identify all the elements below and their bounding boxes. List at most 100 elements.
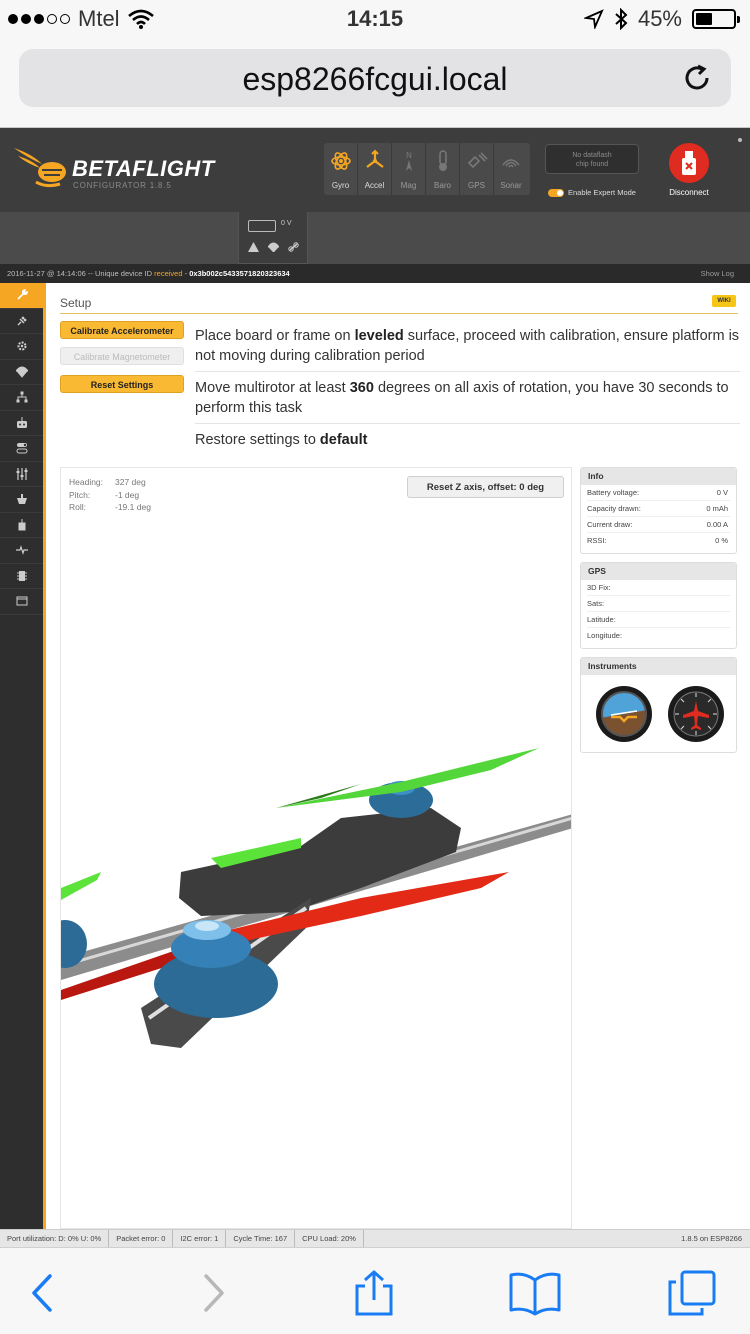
receiver-icon bbox=[16, 416, 27, 428]
instruments-panel: Instruments bbox=[580, 657, 737, 753]
tab-configuration[interactable] bbox=[0, 334, 43, 360]
sensor-sonar: Sonar bbox=[494, 143, 528, 195]
forward-icon[interactable] bbox=[190, 1270, 236, 1316]
reset-settings-button[interactable]: Reset Settings bbox=[60, 375, 184, 393]
reset-z-axis-button[interactable]: Reset Z axis, offset: 0 deg bbox=[407, 476, 564, 498]
calibrate-acc-description: Place board or frame on leveled surface,… bbox=[195, 328, 740, 364]
attitude-readout: Heading: 327 deg Pitch: -1 deg Roll: -19.1 … bbox=[69, 476, 151, 514]
gps-row-longitude: Longitude: bbox=[587, 631, 623, 640]
tab-sidebar bbox=[0, 283, 46, 1229]
browser-address-area: esp8266fcgui.local bbox=[0, 40, 750, 128]
sensor-mag: N Mag bbox=[392, 143, 426, 195]
description-divider bbox=[195, 371, 740, 372]
location-arrow-icon bbox=[583, 9, 604, 29]
dataflash-icon bbox=[16, 570, 27, 581]
failsafe-parachute-icon bbox=[268, 242, 279, 252]
ios-status-bar: Mtel 14:15 45% bbox=[0, 0, 750, 40]
sensor-sonar-label: Sonar bbox=[500, 181, 522, 190]
settings-dot[interactable] bbox=[738, 138, 742, 142]
i2c-error: I2C error: 1 bbox=[173, 1230, 227, 1247]
device-id: 0x3b002c5433571820323634 bbox=[189, 269, 290, 278]
accel-icon bbox=[365, 149, 384, 168]
tabs-icon[interactable] bbox=[666, 1270, 718, 1316]
brand-subtitle: CONFIGURATOR 1.8.5 bbox=[73, 181, 172, 190]
bookmarks-icon[interactable] bbox=[508, 1270, 562, 1316]
tab-receiver[interactable] bbox=[0, 411, 43, 436]
page-title: Setup bbox=[60, 296, 92, 310]
tab-power[interactable] bbox=[0, 385, 43, 411]
tab-motors[interactable] bbox=[0, 513, 43, 538]
sensor-gyro: Gyro bbox=[324, 143, 358, 195]
disconnect-button[interactable] bbox=[669, 143, 709, 183]
tab-sensors[interactable] bbox=[0, 538, 43, 564]
share-icon[interactable] bbox=[351, 1270, 397, 1316]
betaflight-bee-logo bbox=[14, 148, 66, 188]
back-icon[interactable] bbox=[20, 1270, 66, 1316]
port-utilization: Port utilization: D: 0% U: 0% bbox=[0, 1230, 110, 1247]
usb-disconnect-icon bbox=[682, 151, 696, 175]
tab-adjustments[interactable] bbox=[0, 462, 43, 487]
tab-modes[interactable] bbox=[0, 436, 43, 462]
packet-error: Packet error: 0 bbox=[109, 1230, 174, 1247]
wiki-button[interactable]: WIKI bbox=[712, 295, 736, 307]
info-row-current: Current draw: 0.00 A bbox=[587, 517, 730, 533]
wrench-icon bbox=[16, 289, 28, 300]
description-divider bbox=[195, 423, 740, 424]
mag-icon: N bbox=[405, 151, 412, 171]
gps-row-sats: Sats: bbox=[587, 596, 730, 612]
sensor-pulse-icon bbox=[15, 545, 28, 556]
log-bar: 2016-11-27 @ 14:14:06 -- Unique device I… bbox=[0, 264, 750, 283]
expert-mode-toggle[interactable]: Enable Expert Mode bbox=[548, 188, 636, 197]
warning-icon bbox=[248, 242, 259, 252]
gear-icon bbox=[17, 341, 26, 351]
led-icon bbox=[18, 518, 25, 531]
calibrate-accelerometer-button[interactable]: Calibrate Accelerometer bbox=[60, 321, 184, 339]
log-prefix: 2016-11-27 @ 14:14:06 -- Unique device I… bbox=[7, 269, 155, 278]
firmware-version: 1.8.5 on ESP8266 bbox=[681, 1234, 742, 1243]
calibrate-mag-description: Move multirotor at least 360 degrees on … bbox=[195, 380, 729, 416]
calibrate-magnetometer-button[interactable]: Calibrate Magnetometer bbox=[60, 347, 184, 365]
cycle-time: Cycle Time: 167 bbox=[226, 1230, 296, 1247]
tab-servos[interactable] bbox=[0, 487, 43, 513]
sensor-status-panel: Gyro Accel N Mag Baro GPS Sonar bbox=[324, 143, 530, 195]
tab-ports[interactable] bbox=[0, 309, 43, 334]
motor-icon bbox=[16, 494, 27, 505]
browser-toolbar bbox=[0, 1247, 750, 1334]
info-panel: Info Battery voltage: 0 V Capacity drawn:… bbox=[580, 467, 737, 554]
plug-icon bbox=[17, 316, 26, 326]
tab-setup[interactable] bbox=[0, 283, 43, 309]
model-3d-view[interactable]: Heading: 327 deg Pitch: -1 deg Roll: -19.1 … bbox=[60, 467, 572, 1229]
battery-icon bbox=[692, 9, 740, 29]
gps-panel: GPS 3D Fix: Sats: Latitude: Longitude: bbox=[580, 562, 737, 649]
address-bar[interactable]: esp8266fcgui.local bbox=[19, 49, 731, 107]
show-log-link[interactable]: Show Log bbox=[701, 264, 734, 283]
flash-line-1: No dataflash bbox=[572, 152, 612, 159]
reset-description: Restore settings to default bbox=[195, 432, 368, 448]
reload-icon[interactable] bbox=[681, 61, 715, 95]
battery-widget: 0 V bbox=[238, 212, 308, 264]
quick-status-bar: 0 V bbox=[0, 212, 750, 264]
gyro-icon bbox=[330, 152, 351, 170]
sensor-gps: GPS bbox=[460, 143, 494, 195]
roll-label: Roll: bbox=[69, 502, 87, 512]
tab-cli[interactable] bbox=[0, 589, 43, 615]
attitude-indicator-icon bbox=[596, 686, 652, 742]
disconnect-label[interactable]: Disconnect bbox=[652, 188, 726, 197]
cli-icon bbox=[16, 596, 27, 606]
svg-text:N: N bbox=[406, 151, 412, 160]
sensor-baro: Baro bbox=[426, 143, 460, 195]
expert-mode-label: Enable Expert Mode bbox=[568, 188, 636, 197]
expert-mode-switch[interactable] bbox=[548, 188, 564, 197]
gps-row-fix: 3D Fix: bbox=[587, 580, 730, 596]
tab-failsafe[interactable] bbox=[0, 360, 43, 385]
sensor-gyro-label: Gyro bbox=[331, 181, 350, 190]
pitch-value: -1 deg bbox=[115, 489, 140, 500]
info-row-rssi: RSSI: 0 % bbox=[587, 536, 728, 545]
baro-icon bbox=[438, 150, 447, 171]
gps-row-latitude: Latitude: bbox=[587, 612, 730, 628]
url-text[interactable]: esp8266fcgui.local bbox=[19, 61, 731, 98]
network-icon bbox=[16, 391, 27, 403]
tab-blackbox[interactable] bbox=[0, 564, 43, 589]
gps-icon bbox=[467, 152, 488, 169]
parachute-icon bbox=[15, 366, 28, 378]
